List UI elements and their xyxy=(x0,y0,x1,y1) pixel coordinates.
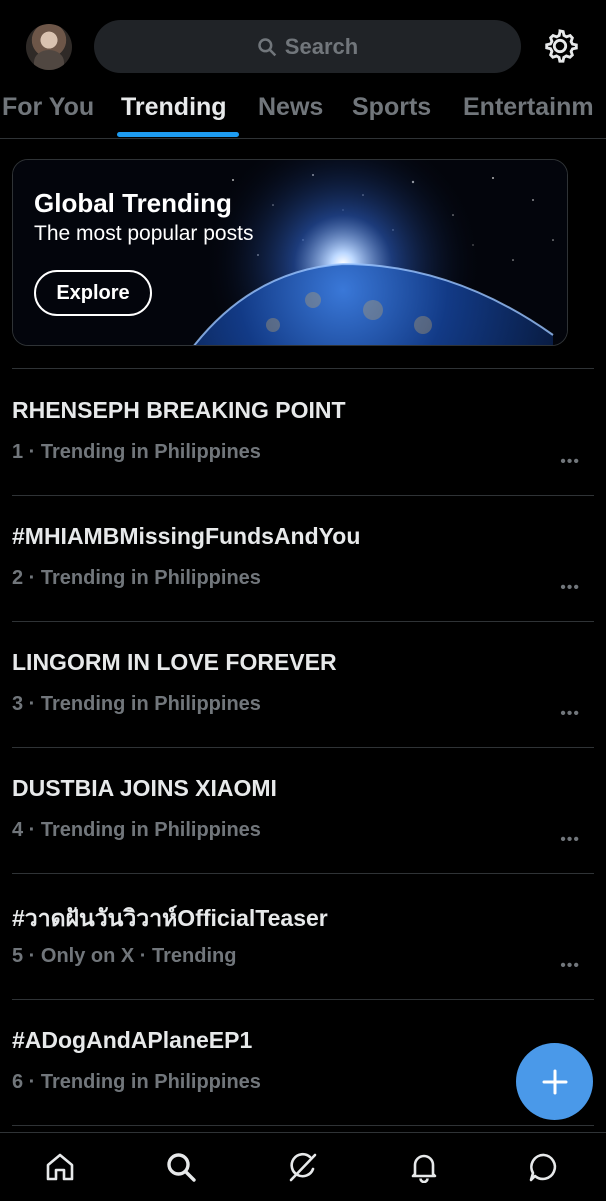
trend-item[interactable]: DUSTBIA JOINS XIAOMI 4 · Trending in Phi… xyxy=(12,747,594,874)
more-options-icon[interactable]: ••• xyxy=(560,579,580,597)
bell-icon[interactable] xyxy=(408,1151,440,1183)
profile-avatar[interactable] xyxy=(26,24,72,70)
banner-subtitle: The most popular posts xyxy=(34,222,254,245)
search-placeholder: Search xyxy=(284,33,359,59)
trend-meta: 2 · Trending in Philippines xyxy=(12,567,261,589)
tab-entertainment[interactable]: Entertainm xyxy=(463,90,594,124)
trend-title: #MHIAMBMissingFundsAndYou xyxy=(12,523,361,549)
search-icon[interactable] xyxy=(165,1151,197,1183)
home-icon[interactable] xyxy=(44,1151,76,1183)
trend-title: RHENSEPH BREAKING POINT xyxy=(12,397,346,423)
tab-trending[interactable]: Trending xyxy=(121,90,227,124)
trend-title: #ADogAndAPlaneEP1 xyxy=(12,1027,253,1053)
tab-bar: For You Trending News Sports Entertainm xyxy=(0,88,606,139)
tab-sports[interactable]: Sports xyxy=(352,90,431,124)
trend-item[interactable]: #วาดฝันวันวิวาห์OfficialTeaser 5 · Only … xyxy=(12,873,594,1000)
tab-news[interactable]: News xyxy=(258,90,323,124)
trend-item[interactable]: #MHIAMBMissingFundsAndYou 2 · Trending i… xyxy=(12,495,594,622)
search-input[interactable]: Search xyxy=(94,20,521,73)
trend-title: #วาดฝันวันวิวาห์OfficialTeaser xyxy=(12,905,328,931)
trend-meta: 4 · Trending in Philippines xyxy=(12,819,261,841)
compose-button[interactable] xyxy=(516,1043,593,1120)
plus-icon xyxy=(542,1069,567,1094)
messages-icon[interactable] xyxy=(528,1151,560,1183)
explore-button[interactable]: Explore xyxy=(34,270,152,316)
tab-for-you[interactable]: For You xyxy=(2,90,94,124)
more-options-icon[interactable]: ••• xyxy=(560,831,580,849)
bottom-nav xyxy=(0,1132,606,1201)
global-trending-banner[interactable]: Global Trending The most popular posts E… xyxy=(12,159,568,346)
more-options-icon[interactable]: ••• xyxy=(560,957,580,975)
search-icon xyxy=(258,37,277,56)
banner-title: Global Trending xyxy=(34,188,232,218)
trend-title: LINGORM IN LOVE FOREVER xyxy=(12,649,337,675)
more-options-icon[interactable]: ••• xyxy=(560,705,580,723)
trend-meta: 6 · Trending in Philippines xyxy=(12,1071,261,1093)
trend-meta: 5 · Only on X · Trending xyxy=(12,945,237,967)
trend-item[interactable]: LINGORM IN LOVE FOREVER 3 · Trending in … xyxy=(12,621,594,748)
trend-item[interactable]: #ADogAndAPlaneEP1 6 · Trending in Philip… xyxy=(12,999,594,1126)
active-tab-indicator xyxy=(117,132,239,137)
more-options-icon[interactable]: ••• xyxy=(560,453,580,471)
top-bar: Search xyxy=(0,0,606,92)
trend-item[interactable]: RHENSEPH BREAKING POINT 1 · Trending in … xyxy=(12,369,594,496)
trend-meta: 3 · Trending in Philippines xyxy=(12,693,261,715)
trend-title: DUSTBIA JOINS XIAOMI xyxy=(12,775,277,801)
gear-icon[interactable] xyxy=(541,27,579,65)
trend-meta: 1 · Trending in Philippines xyxy=(12,441,261,463)
grok-icon[interactable] xyxy=(287,1151,319,1183)
